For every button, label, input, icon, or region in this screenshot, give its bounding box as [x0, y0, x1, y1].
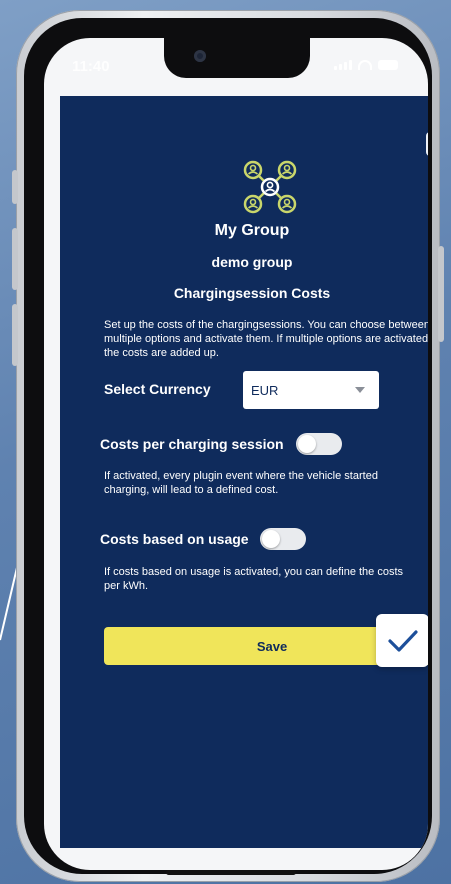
- phone-screen: My Group demo group Chargingsession Cost…: [44, 38, 428, 870]
- notch: [164, 38, 310, 78]
- checkmark-badge: [376, 614, 428, 667]
- group-title: My Group: [214, 222, 290, 239]
- charging-costs-dialog: My Group demo group Chargingsession Cost…: [60, 96, 428, 848]
- mute-switch: [12, 170, 18, 204]
- checkmark-icon: [387, 629, 418, 652]
- volume-down-button: [12, 304, 18, 366]
- subgroup-title: demo group: [211, 254, 293, 270]
- battery-icon: [378, 60, 398, 70]
- group-network-icon: [243, 160, 297, 214]
- chevron-down-icon: [355, 387, 365, 393]
- home-indicator[interactable]: [166, 870, 296, 875]
- per-session-label: Costs per charging session: [100, 436, 284, 452]
- toggle-knob: [262, 530, 280, 548]
- toggle-knob: [298, 435, 316, 453]
- per-session-toggle[interactable]: [296, 433, 342, 455]
- close-button[interactable]: [426, 132, 428, 156]
- usage-based-label: Costs based on usage: [100, 531, 249, 547]
- currency-select[interactable]: EUR: [243, 371, 379, 409]
- per-session-help: If activated, every plugin event where t…: [104, 470, 378, 496]
- save-button-label: Save: [256, 638, 288, 654]
- phone-frame: My Group demo group Chargingsession Cost…: [12, 10, 444, 882]
- status-icons: [334, 60, 398, 70]
- currency-value: EUR: [251, 382, 279, 398]
- section-title: Chargingsession Costs: [173, 285, 331, 301]
- status-time: 11:40: [72, 58, 110, 75]
- camera-icon: [194, 50, 206, 62]
- wifi-icon: [358, 60, 372, 70]
- usage-based-toggle[interactable]: [260, 528, 306, 550]
- intro-text: Set up the costs of the chargingsessions…: [104, 319, 428, 359]
- signal-icon: [334, 60, 352, 70]
- volume-up-button: [12, 228, 18, 290]
- usage-based-help: If costs based on usage is activated, yo…: [104, 566, 404, 592]
- phone-bezel: My Group demo group Chargingsession Cost…: [24, 18, 432, 875]
- power-button: [438, 246, 444, 342]
- currency-label: Select Currency: [104, 381, 211, 397]
